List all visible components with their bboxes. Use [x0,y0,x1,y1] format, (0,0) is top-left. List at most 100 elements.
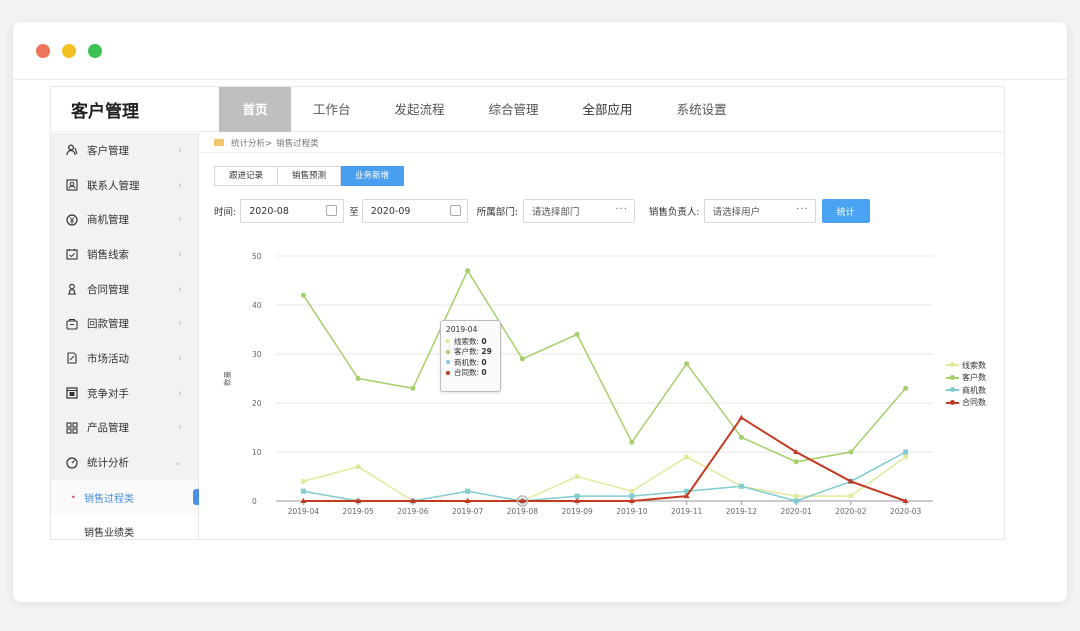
statistics-button[interactable]: 统计 [821,199,870,223]
data-point [903,454,909,460]
tooltip-dot [446,360,450,365]
data-point [848,493,854,499]
close-window-button[interactable] [36,44,50,58]
calendar-icon[interactable] [449,205,461,216]
tooltip-dot [446,370,450,375]
data-point [793,459,799,465]
x-tick-label: 2020-03 [890,507,922,516]
data-point [465,488,471,494]
product-grid-icon [65,421,79,435]
chevron-right-icon: › [178,214,182,226]
owner-select[interactable]: 请选择用户 ··· [703,199,816,223]
data-point [738,434,744,440]
top-nav: 首页 工作台 发起流程 综合管理 全部应用 系统设置 [219,87,749,132]
data-point [519,356,525,362]
legend-swatch [946,387,959,393]
legend-item[interactable]: 合同数 [946,397,986,410]
sidebar-item-statistics[interactable]: 统计分析 ⌄ [51,445,198,480]
campaign-icon [65,351,79,365]
x-tick-label: 2019-10 [616,507,648,516]
x-tick-label: 2020-02 [835,507,867,516]
contact-icon [65,178,79,192]
end-date-input[interactable]: 2020-09 [361,199,468,223]
legend-item[interactable]: 客户数 [946,372,986,385]
sidebar-item-opportunities[interactable]: 商机管理 › [51,202,198,237]
chevron-right-icon: › [178,179,182,191]
breadcrumb: 统计分析> 销售过程类 [200,133,1004,153]
chart-tooltip: 2019-04 线索数: 0 客户数: 29 商机数: 0 合同数: 0 [440,320,501,392]
data-point [903,449,909,455]
data-point [629,488,635,494]
sidebar-item-label: 销售线索 [87,248,129,261]
data-point [574,331,580,337]
tab-follow-up-records[interactable]: 跟进记录 [214,166,279,186]
sidebar-item-label: 商机管理 [87,214,129,227]
leads-icon [65,247,79,261]
tooltip-label: 线索数 [454,336,477,346]
calendar-icon[interactable] [326,205,338,216]
chevron-right-icon: › [178,318,182,330]
y-tick-label: 20 [252,399,262,408]
filter-bar: 时间: 2020-08 至 2020-09 所属部门: 请选择部门 ··· 销售… [214,199,870,223]
tab-sales-forecast[interactable]: 销售预测 [278,166,342,186]
sidebar-subitem-label: 销售业绩类 [84,528,134,540]
more-icon[interactable]: ··· [796,204,809,215]
nav-workbench[interactable]: 工作台 [291,87,373,132]
chevron-down-icon: ⌄ [173,457,182,469]
sidebar-subitem-sales-performance[interactable]: 销售业绩类 [51,514,198,540]
series-line [302,269,907,463]
sidebar-item-competitors[interactable]: 竞争对手 › [51,376,198,411]
sidebar-item-customers[interactable]: 客户管理 › [51,133,198,168]
y-tick-label: 30 [252,350,262,359]
breadcrumb-parent[interactable]: 统计分析> [231,137,272,149]
tooltip-row: 线索数: 0 [446,336,495,347]
data-point [300,488,306,494]
data-point [684,454,690,460]
nav-system-settings[interactable]: 系统设置 [655,87,749,132]
nav-start-process[interactable]: 发起流程 [373,87,467,132]
nav-home[interactable]: 首页 [219,87,291,132]
legend-item[interactable]: 线索数 [946,359,986,372]
tooltip-row: 合同数: 0 [446,368,495,379]
sidebar-item-products[interactable]: 产品管理 › [51,411,198,446]
sidebar-item-label: 回款管理 [87,318,129,331]
sidebar-item-contracts[interactable]: 合同管理 › [51,272,198,307]
nav-general-management[interactable]: 综合管理 [467,87,561,132]
tooltip-row: 商机数: 0 [446,357,495,368]
chart-svg: 0 10 20 30 40 50 2019-04 2019-05 2019-06 2019-07 2… [222,252,933,516]
data-point [300,292,306,298]
legend-label: 合同数 [962,398,986,408]
data-point [300,478,306,484]
tooltip-label: 合同数 [454,368,477,378]
legend-swatch [946,374,959,380]
legend-label: 客户数 [962,373,986,383]
legend-item[interactable]: 商机数 [946,384,986,397]
y-tick-label: 10 [252,448,262,457]
x-tick-label: 2019-04 [288,507,320,516]
chevron-right-icon: › [178,352,182,364]
chevron-right-icon: › [178,248,182,260]
data-point [465,268,471,274]
maximize-window-button[interactable] [88,44,102,58]
sidebar: 客户管理 › 联系人管理 › 商机管理 › 销售线索 › 合同管理 › 回款管理… [51,133,199,540]
data-point [738,414,745,420]
tooltip-row: 客户数: 29 [446,347,495,358]
sidebar-item-leads[interactable]: 销售线索 › [51,237,198,272]
tab-new-business[interactable]: 业务新增 [341,166,405,186]
department-select[interactable]: 请选择部门 ··· [522,199,635,223]
stats-icon [65,456,79,470]
more-icon[interactable]: ··· [615,204,628,215]
sidebar-item-contacts[interactable]: 联系人管理 › [51,168,198,203]
start-date-input[interactable]: 2020-08 [240,199,345,223]
tooltip-dot [446,349,450,354]
x-tick-label: 2019-12 [726,507,758,516]
tooltip-value: 0 [481,336,487,346]
end-date-value: 2020-09 [370,205,411,217]
sidebar-subitem-label: 销售过程类 [84,493,134,505]
minimize-window-button[interactable] [62,44,76,58]
nav-all-apps[interactable]: 全部应用 [561,87,655,132]
sidebar-item-payments[interactable]: 回款管理 › [51,306,198,341]
sidebar-subitem-sales-process[interactable]: • 销售过程类 [51,479,199,515]
sidebar-item-campaigns[interactable]: 市场活动 › [51,341,198,376]
data-point [684,361,690,367]
